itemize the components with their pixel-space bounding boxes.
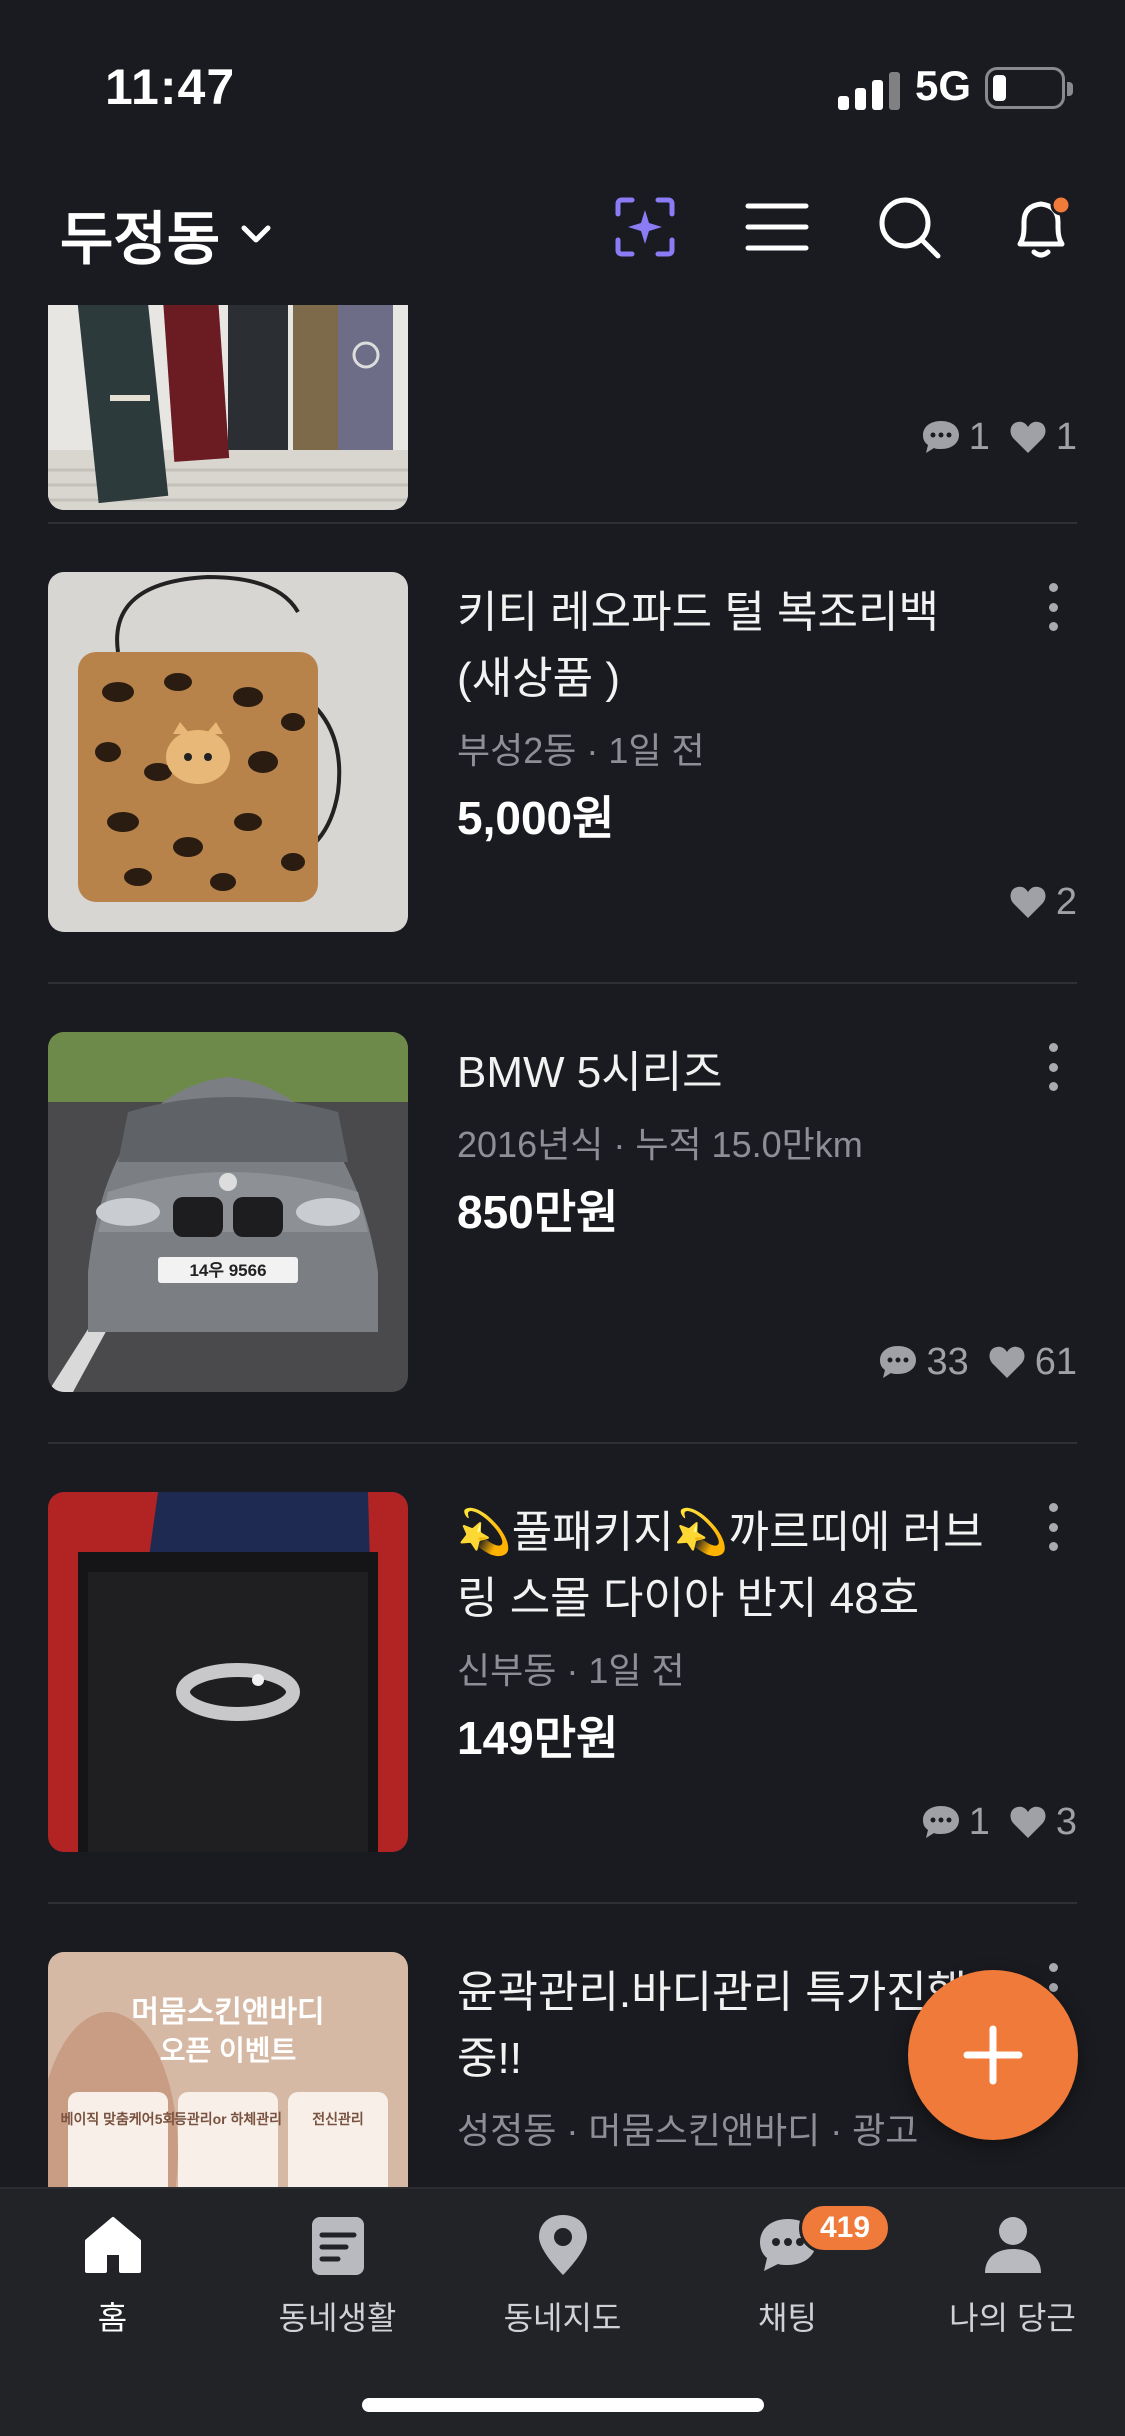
tab-label: 채팅: [758, 2300, 817, 2336]
heart-icon: [989, 1346, 1025, 1378]
ad-box-1: 베이직 맞춤케어5회: [61, 2111, 176, 2127]
tab-home[interactable]: 홈: [0, 2211, 225, 2339]
ad-thumbnail: 머뭄스킨앤바디 오픈 이벤트 베이직 맞춤케어5회 등관리or 하체관리 전신관…: [48, 1952, 408, 2187]
location-selector[interactable]: 두정동: [60, 192, 276, 276]
divider: [48, 1902, 1077, 1904]
status-bar: 11:47 5G: [0, 0, 1125, 170]
chat-unread-badge: 419: [799, 2203, 891, 2253]
item-price: 850만원: [457, 1186, 619, 1238]
plus-icon: [963, 2025, 1023, 2085]
like-count: 2: [1055, 880, 1077, 923]
product-thumbnail: 14우 9566: [48, 1032, 408, 1392]
heart-icon: [1010, 421, 1046, 453]
item-title: BMW 5시리즈: [457, 1048, 723, 1097]
ad-headline-1: 머뭄스킨앤바디: [131, 1996, 324, 2029]
product-thumbnail: [48, 572, 408, 932]
home-indicator: [362, 2398, 764, 2412]
list-item[interactable]: 💫풀패키지💫까르띠에 러브링 스몰 다이아 반지 48호 신부동 · 1일 전 …: [0, 1492, 1125, 1952]
tab-label: 동네지도: [503, 2300, 622, 2336]
tab-chat[interactable]: 419 채팅: [675, 2203, 900, 2339]
heart-icon: [1010, 886, 1046, 918]
comment-icon: [922, 421, 959, 453]
ai-scan-icon[interactable]: [610, 192, 680, 262]
list-item[interactable]: 키티 레오파드 털 복조리백 (새상품 ) 부성2동 · 1일 전 5,000원…: [0, 572, 1125, 1032]
tab-label: 홈: [97, 2300, 128, 2336]
chevron-down-icon: [241, 225, 271, 243]
network-type: 5G: [915, 62, 972, 109]
ad-box-3: 전신관리: [312, 2111, 364, 2127]
location-name: 두정동: [60, 207, 221, 272]
comment-count: 1: [968, 1800, 990, 1843]
item-meta: 부성2동 · 1일 전: [457, 730, 705, 771]
product-thumbnail: [48, 1492, 408, 1852]
ad-box-2: 등관리or 하체관리: [174, 2111, 282, 2127]
product-thumbnail: [48, 305, 408, 510]
status-time: 11:47: [105, 59, 236, 115]
item-meta: 성정동 · 머뭄스킨앤바디 · 광고: [457, 2110, 919, 2151]
item-price: 5,000원: [457, 792, 615, 844]
item-stats: 1 3: [919, 1800, 1077, 1844]
comment-icon: [880, 1346, 917, 1378]
battery-icon: [985, 67, 1073, 109]
license-plate: 14우 9566: [189, 1261, 266, 1280]
item-stats: 2: [1006, 880, 1077, 924]
map-pin-icon: [538, 2215, 587, 2275]
list-item[interactable]: 1 1: [0, 305, 1125, 610]
more-options-icon[interactable]: [1040, 577, 1066, 637]
item-title: 키티 레오파드 털 복조리백 (새상품 ): [457, 588, 939, 703]
item-title: 💫풀패키지💫까르띠에 러브링 스몰 다이아 반지 48호: [457, 1508, 984, 1623]
product-feed: 1 1 키티 레오파드 털 복조리백 (새상품) 부성2동 · 1일 전 5,…: [0, 305, 1125, 2187]
item-meta: 2016년식 · 누적 15.0만km: [457, 1124, 863, 1165]
document-icon: [311, 2217, 364, 2275]
like-count: 61: [1034, 1340, 1077, 1383]
divider: [48, 522, 1077, 524]
more-options-icon[interactable]: [1040, 1497, 1066, 1557]
comment-count: 1: [968, 415, 990, 458]
more-options-icon[interactable]: [1040, 1037, 1066, 1097]
item-meta: 신부동 · 1일 전: [457, 1650, 685, 1691]
tab-my-karrot[interactable]: 나의 당근: [900, 2211, 1125, 2339]
divider: [48, 1442, 1077, 1444]
tab-community[interactable]: 동네생활: [225, 2211, 450, 2339]
divider: [48, 982, 1077, 984]
heart-icon: [1010, 1806, 1046, 1838]
tab-label: 동네생활: [278, 2300, 397, 2336]
tab-label: 나의 당근: [949, 2300, 1076, 2336]
menu-icon[interactable]: [742, 192, 812, 262]
item-price: 149만원: [457, 1712, 619, 1764]
tab-map[interactable]: 동네지도: [450, 2211, 675, 2339]
top-app-bar: 두정동: [0, 170, 1125, 305]
list-item[interactable]: 14우 9566 BMW 5시리즈 2016년식 · 누적 15.0만km 85…: [0, 1032, 1125, 1492]
like-count: 3: [1055, 1800, 1077, 1843]
home-icon: [84, 2217, 141, 2273]
item-stats: 1 1: [919, 415, 1077, 459]
like-count: 1: [1055, 415, 1077, 458]
comment-count: 33: [926, 1340, 969, 1383]
ad-headline-2: 오픈 이벤트: [160, 2035, 297, 2066]
person-icon: [984, 2217, 1041, 2273]
notification-bell-icon[interactable]: [1006, 192, 1076, 262]
search-icon[interactable]: [874, 192, 944, 262]
signal-icon: [838, 70, 900, 110]
item-stats: 33 61: [876, 1340, 1077, 1384]
create-post-button[interactable]: [908, 1970, 1078, 2140]
comment-icon: [922, 1806, 959, 1838]
